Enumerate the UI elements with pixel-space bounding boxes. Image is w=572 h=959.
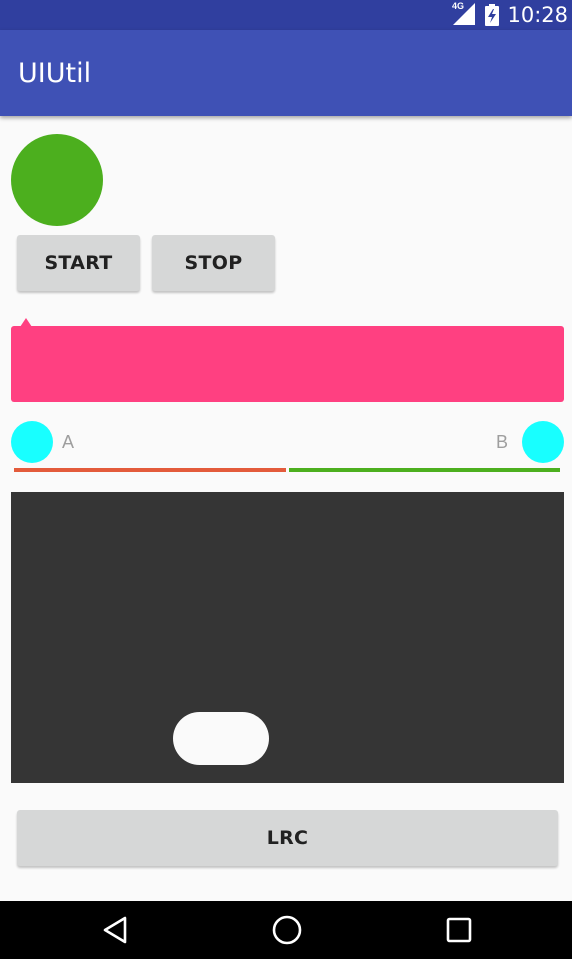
app-bar: UIUtil <box>0 30 572 116</box>
label-a: A <box>62 432 75 452</box>
clock: 10:28 <box>507 3 568 27</box>
recents-button[interactable] <box>429 901 489 959</box>
signal-icon <box>453 3 476 25</box>
label-b: B <box>496 432 509 452</box>
progress-bar-right <box>289 468 560 472</box>
draggable-pill[interactable] <box>173 712 269 765</box>
handle-b[interactable] <box>522 421 564 463</box>
stop-button[interactable]: STOP <box>152 235 275 291</box>
recents-icon <box>446 917 472 943</box>
status-bar: 4G 10:28 <box>0 0 572 30</box>
handle-a[interactable] <box>11 421 53 463</box>
lrc-button[interactable]: LRC <box>17 810 558 866</box>
start-button[interactable]: START <box>17 235 140 291</box>
back-button[interactable] <box>86 901 146 959</box>
navigation-bar <box>0 901 572 959</box>
back-icon <box>103 916 127 944</box>
pink-bubble-view <box>11 326 564 402</box>
progress-bar-left <box>14 468 286 472</box>
main-content: START STOP A B LRC <box>0 116 572 901</box>
green-circle-view <box>11 134 103 226</box>
home-icon <box>272 915 302 945</box>
battery-charging-icon <box>485 4 500 26</box>
home-button[interactable] <box>257 901 317 959</box>
dark-canvas-panel[interactable] <box>11 492 564 783</box>
app-title: UIUtil <box>18 58 92 89</box>
